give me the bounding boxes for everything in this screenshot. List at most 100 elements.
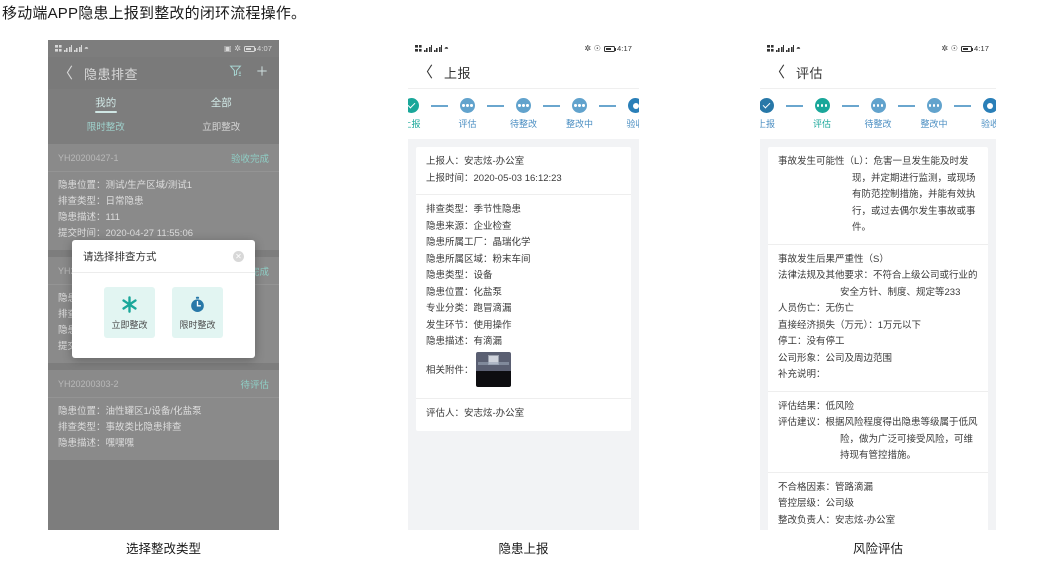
- status-bar-right: ✲ ☉ 4:17: [584, 44, 632, 53]
- step-acceptance-label: 验收: [626, 119, 639, 129]
- step-done-check-icon: [760, 98, 774, 113]
- step-to-rectify[interactable]: 待整改: [859, 98, 898, 130]
- step-acceptance[interactable]: 验收: [616, 98, 639, 130]
- company-image: 公司形象：公司及周边范围: [778, 352, 893, 364]
- status-badge: 待评估: [240, 380, 269, 391]
- alarm-icon: ☉: [593, 44, 601, 53]
- list-item[interactable]: YH20200427-1 验收完成 隐患位置：测试/生产区域/测试1 排查类型：…: [48, 144, 279, 250]
- choice-timed-rectify[interactable]: 限时整改: [172, 287, 223, 338]
- stopwatch-icon: [188, 295, 207, 314]
- step-evaluate-label: 评估: [458, 119, 477, 129]
- status-bar: ◓ ✲ ☉ 4:17: [408, 40, 639, 57]
- plus-icon[interactable]: [255, 64, 269, 83]
- stepper-steps: 上报 评估 待整改 整改中: [408, 98, 639, 130]
- evaluation-detail-card: 事故发生可能性（L）：危害一旦发生能及时发现，并定期进行监测，或现场有防范控制措…: [768, 147, 988, 530]
- attachment-label: 相关附件：: [426, 364, 474, 376]
- status-bar-left: ◓: [55, 44, 89, 53]
- list-item[interactable]: YH20200303-2 待评估 隐患位置：油性罐区1/设备/化盐泵 排查类型：…: [48, 370, 279, 460]
- step-pending-dots-icon: [516, 98, 531, 113]
- tab-mine[interactable]: 我的: [48, 89, 164, 115]
- caption-three: 风险评估: [852, 542, 903, 556]
- attachment-row: 相关附件：: [426, 351, 621, 391]
- wifi-icon: ◓: [444, 43, 449, 53]
- step-acceptance[interactable]: 验收: [971, 98, 996, 130]
- step-done-check-icon: [408, 98, 419, 113]
- step-rectifying[interactable]: 整改中: [915, 98, 954, 130]
- signal-bars-icon: [64, 45, 72, 52]
- status-bar: ◓ ▣ ✲ 4:07: [48, 40, 279, 57]
- choice-immediate-rectify[interactable]: 立即整改: [104, 287, 155, 338]
- stepper-connector: [487, 105, 504, 107]
- status-clock: 4:17: [617, 44, 632, 53]
- bluetooth-icon: ✲: [941, 44, 949, 53]
- nav-bar: 〈 上报: [408, 57, 639, 89]
- control-level: 管控层级：公司级: [778, 498, 855, 509]
- caption-one: 选择整改类型: [125, 542, 201, 556]
- bluetooth-icon: ✲: [234, 44, 241, 53]
- status-bar: ◓ ✲ ☉ 4:17: [760, 40, 996, 57]
- step-report[interactable]: 上报: [408, 98, 431, 130]
- photo-thumbnail[interactable]: [475, 352, 511, 388]
- asterisk-icon: [120, 295, 139, 314]
- step-rectifying[interactable]: 整改中: [560, 98, 599, 130]
- occurrence-stage: 发生环节：使用操作: [426, 319, 512, 331]
- step-pending-dots-icon: [460, 98, 475, 113]
- hazard-id: YH20200303-2: [58, 379, 119, 389]
- check-type: 排查类型：季节性隐患: [426, 204, 522, 215]
- step-acceptance-label: 验收: [980, 119, 996, 129]
- hazard-check-type: 排查类型：日常隐患: [58, 196, 144, 207]
- hazard-location: 隐患位置：测试/生产区域/测试1: [58, 180, 193, 191]
- evaluation-advice: 评估建议：根据风险程度得出隐患等级属于低风险，做为广泛可接受风险，可维持现有管控…: [778, 417, 978, 461]
- back-icon[interactable]: 〈: [770, 65, 785, 80]
- stepper-connector: [543, 105, 560, 107]
- hazard-location: 隐患位置：油性罐区1/设备/化盐泵: [58, 406, 202, 417]
- step-rectifying-label: 整改中: [920, 119, 948, 129]
- close-icon[interactable]: ✕: [233, 251, 244, 262]
- filter-icon[interactable]: [229, 64, 242, 82]
- rectify-type-dialog[interactable]: 请选择排查方式 ✕ 立即整改 限时整改: [72, 240, 255, 358]
- step-current-dots-icon: [814, 98, 830, 113]
- report-time: 上报时间：2020-05-03 16:12:23: [426, 172, 562, 184]
- status-bar-right: ✲ ☉ 4:17: [941, 44, 989, 53]
- severity-title: 事故发生后果严重性（S）: [778, 253, 889, 265]
- hazard-description: 隐患描述：嘿嘿嘿: [58, 438, 135, 449]
- status-bar-left: ◓: [767, 44, 801, 53]
- evaluator: 评估人：安志炫-办公室: [426, 407, 525, 419]
- nav-actions: [229, 64, 269, 83]
- battery-icon: [603, 45, 616, 52]
- nav-title: 隐患排查: [84, 66, 139, 82]
- subtab-timed-rectify[interactable]: 限时整改: [48, 115, 164, 137]
- progress-stepper: 上报 评估 待整改 整改中: [760, 89, 996, 139]
- subtab-immediate-rectify[interactable]: 立即整改: [164, 115, 280, 137]
- back-icon[interactable]: 〈: [58, 66, 73, 81]
- phone-screenshot-two: ◓ ✲ ☉ 4:17 〈 上报 上报 评估: [408, 40, 639, 530]
- status-clock: 4:17: [974, 44, 989, 53]
- step-report[interactable]: 上报: [760, 98, 786, 130]
- hazard-description: 隐患描述：111: [58, 212, 120, 223]
- bluetooth-icon: ✲: [584, 44, 592, 53]
- sim-icon: [767, 45, 774, 52]
- divider: [768, 471, 988, 473]
- supplementary-note: 补充说明：: [778, 369, 826, 380]
- step-to-rectify-label: 待整改: [509, 119, 537, 129]
- stepper-connector: [897, 105, 915, 107]
- hazard-location: 隐患位置：化盐泵: [426, 286, 503, 298]
- back-icon[interactable]: 〈: [418, 65, 433, 80]
- step-evaluate[interactable]: 评估: [448, 98, 487, 130]
- accident-likelihood: 事故发生可能性（L）：危害一旦发生能及时发现，并定期进行监测，或现场有防范控制措…: [778, 156, 976, 233]
- caption-two: 隐患上报: [498, 542, 549, 556]
- evaluation-result: 评估结果：低风险: [778, 400, 855, 412]
- tab-all[interactable]: 全部: [164, 89, 280, 115]
- professional-category: 专业分类：跑冒滴漏: [426, 303, 512, 314]
- nav-bar: 〈 评估: [760, 57, 996, 89]
- reporter: 上报人：安志炫-办公室: [426, 156, 525, 167]
- step-evaluate-label: 评估: [812, 119, 831, 129]
- divider: [768, 390, 988, 392]
- phone-screenshot-three: ◓ ✲ ☉ 4:17 〈 评估 上报 评估 待整改 整改中 验收 事故发生可能性…: [760, 40, 996, 530]
- step-to-rectify[interactable]: 待整改: [504, 98, 543, 130]
- work-stoppage: 停工：没有停工: [778, 336, 845, 347]
- nav-title: 上报: [444, 66, 472, 81]
- sim-icon: [55, 45, 62, 52]
- step-evaluate[interactable]: 评估: [803, 98, 842, 130]
- report-detail-card: 上报人：安志炫-办公室 上报时间：2020-05-03 16:12:23 排查类…: [416, 147, 631, 431]
